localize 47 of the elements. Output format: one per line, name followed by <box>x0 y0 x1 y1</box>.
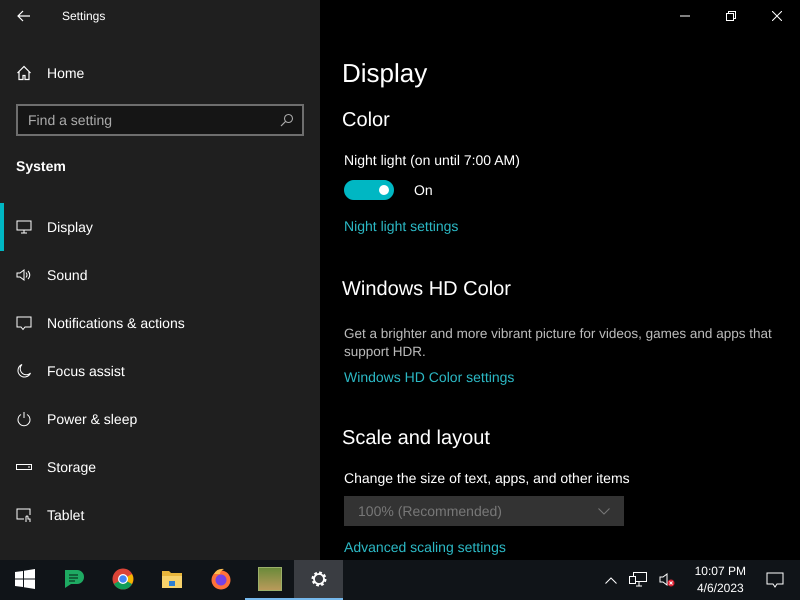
moon-icon <box>16 363 32 379</box>
fox-globe-icon <box>210 568 232 590</box>
window-title: Settings <box>62 9 106 23</box>
settings-icon <box>308 569 328 589</box>
section-heading: Color <box>342 109 390 132</box>
section-heading: Windows HD Color <box>342 278 511 301</box>
sidebar-item[interactable]: Focus assist <box>0 347 320 395</box>
network-icon[interactable] <box>628 572 647 588</box>
photo-placeholder <box>258 567 282 591</box>
muted-speaker-icon[interactable] <box>658 572 675 588</box>
search-field[interactable]: Find a setting <box>16 104 304 136</box>
page-title: Display <box>342 58 428 89</box>
section-heading: System <box>16 158 66 174</box>
back-arrow-icon[interactable] <box>17 10 31 22</box>
chevron-up-icon[interactable] <box>604 576 617 584</box>
home-link[interactable]: Home <box>16 48 84 98</box>
section-heading: Scale and layout <box>342 427 490 450</box>
setting-label: Change the size of text, apps, and other items <box>344 470 630 486</box>
browser-logo-icon <box>112 568 134 590</box>
taskbar-clock[interactable]: 10:07 PM 4/6/2023 <box>686 560 756 600</box>
settings-link[interactable]: Night light settings <box>344 218 458 234</box>
setting-label: Night light (on until 7:00 AM) <box>344 152 520 168</box>
folder-icon <box>160 569 182 589</box>
sidebar-item[interactable]: Notifications & actions <box>0 299 320 347</box>
notification-icon[interactable] <box>766 572 784 588</box>
close-icon[interactable] <box>772 11 782 21</box>
sidebar-item[interactable]: Storage <box>0 443 320 491</box>
home-icon <box>16 65 32 81</box>
sidebar-item[interactable]: Power & sleep <box>0 395 320 443</box>
settings-link[interactable]: Windows HD Color settings <box>344 369 514 385</box>
search-icon <box>280 113 294 127</box>
sidebar-item[interactable]: Tablet <box>0 491 320 539</box>
tablet-icon <box>16 507 32 523</box>
description-text: Get a brighter and more vibrant picture for videos, games and apps that support HDR. <box>344 325 773 361</box>
restore-icon[interactable] <box>726 11 736 21</box>
windows-logo-icon <box>14 569 34 589</box>
sidebar-item[interactable]: Sound <box>0 251 320 299</box>
chevron-down-icon <box>598 508 610 514</box>
power-icon <box>16 411 32 427</box>
speaker-icon <box>16 267 32 283</box>
toggle-switch[interactable] <box>344 180 394 200</box>
settings-link[interactable]: Advanced scaling settings <box>344 539 506 555</box>
message-icon <box>16 315 32 331</box>
monitor-icon <box>16 219 32 235</box>
toggle-state: On <box>414 182 433 198</box>
taskbar-button[interactable] <box>294 560 343 600</box>
chat-bubble-icon <box>62 568 84 590</box>
